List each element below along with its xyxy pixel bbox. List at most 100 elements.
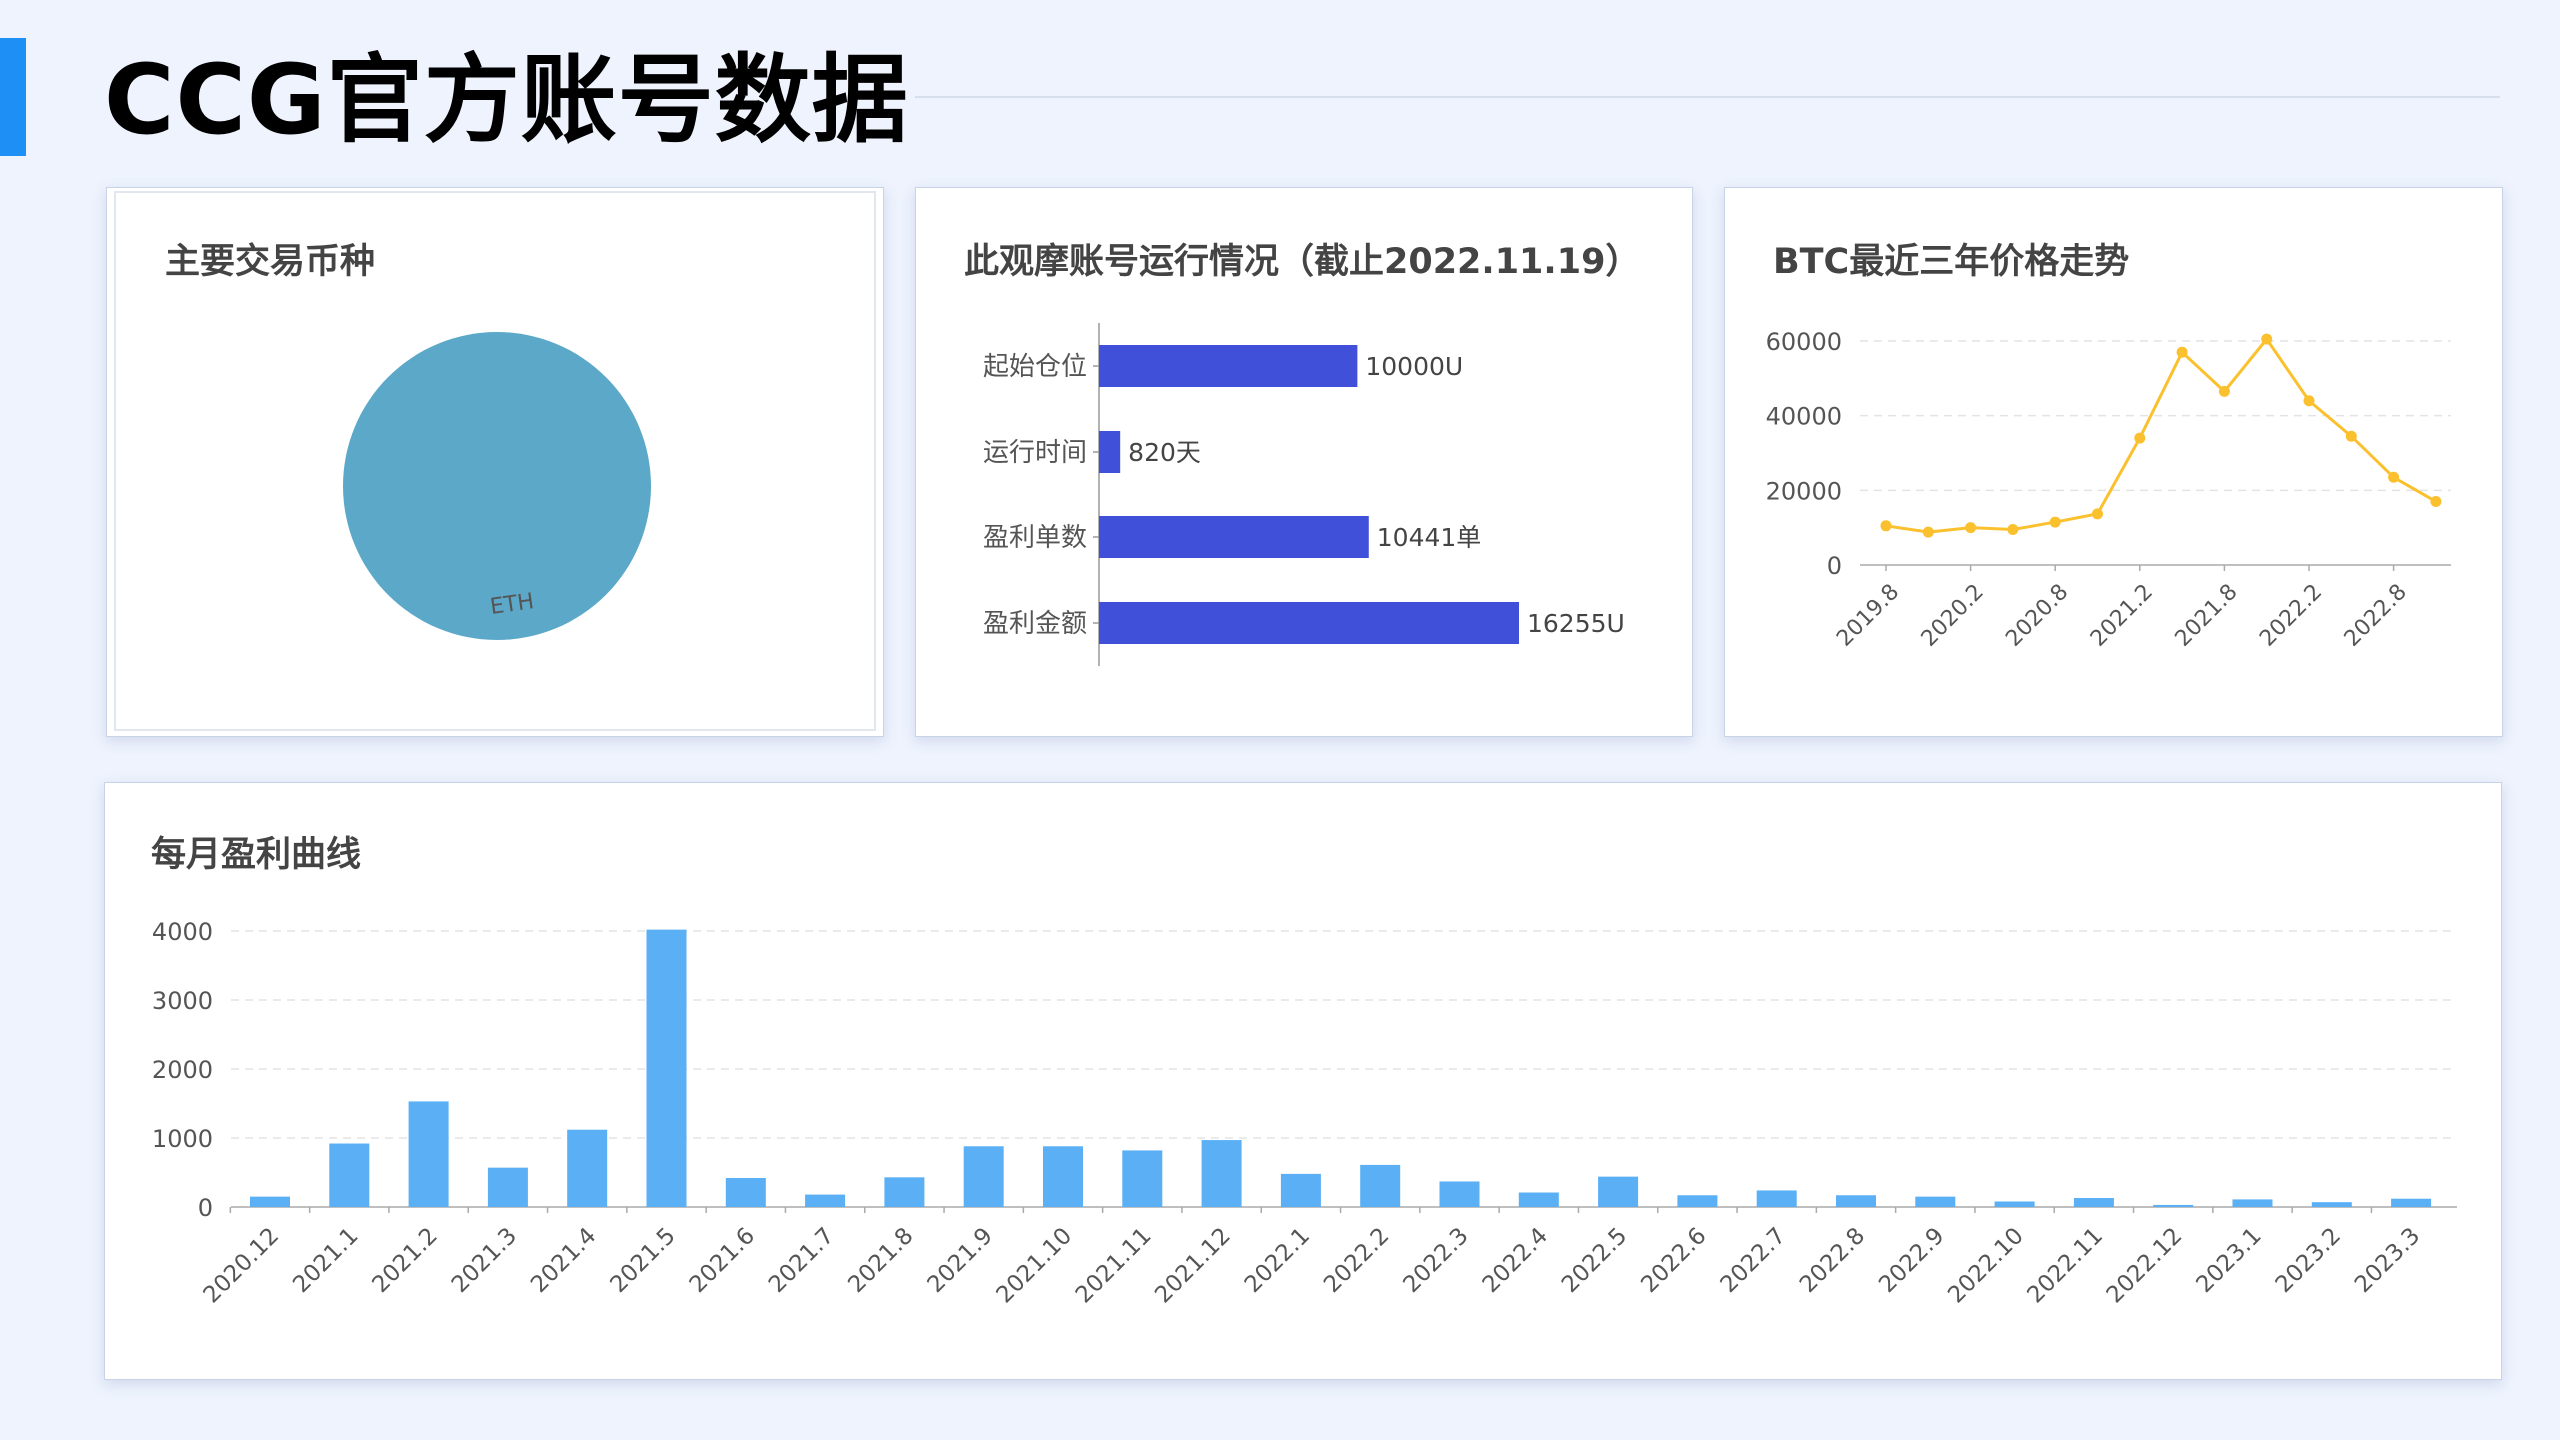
account-status-chart: 起始仓位 10000U 运行时间 820天盈利单数 10441单盈利金额 16255U: [983, 323, 1625, 666]
monthly-profit-bar: [1518, 1192, 1559, 1207]
mbar-y-tick-label: 0: [198, 1194, 213, 1222]
page-title: CCG官方账号数据: [104, 44, 909, 156]
monthly-profit-bar: [2311, 1202, 2352, 1207]
monthly-profit-bar: [1280, 1173, 1321, 1207]
btc-price-point: [1965, 522, 1977, 534]
monthly-profit-bar: [1994, 1201, 2035, 1207]
btc-price-point: [2092, 508, 2103, 520]
title-divider: [915, 96, 2500, 98]
mbar-x-tick-label: 2022.11: [2022, 1223, 2108, 1309]
monthly-profit-bar: [1122, 1150, 1163, 1207]
btc-price-point: [2388, 471, 2400, 483]
mbar-x-tick-label: 2022.2: [1319, 1223, 1394, 1298]
btc-price-point: [2049, 516, 2061, 528]
hbar-category-label: 盈利金额: [983, 609, 1087, 639]
mbar-x-tick-label: 2021.1: [288, 1223, 363, 1298]
monthly-profit-bar: [329, 1143, 370, 1207]
monthly-profit-bar: [1836, 1195, 1876, 1207]
monthly-profit-bar: [1439, 1181, 1480, 1207]
line-x-tick-label: 2021.8: [2171, 580, 2243, 652]
mbar-x-tick-label: 2021.6: [685, 1223, 760, 1298]
line-x-tick-label: 2020.8: [2001, 580, 2073, 652]
mbar-x-tick-label: 2022.6: [1636, 1223, 1711, 1298]
mbar-x-tick-label: 2022.8: [1795, 1223, 1870, 1298]
hbar-value-label: 820天: [1128, 438, 1201, 467]
hbar-category-label: 运行时间: [983, 438, 1087, 468]
monthly-profit-bar: [487, 1167, 528, 1207]
btc-price-point: [2176, 346, 2188, 358]
btc-price-point: [2430, 496, 2442, 508]
line-x-tick-label: 2020.2: [1917, 580, 1989, 652]
btc-price-point: [2261, 333, 2273, 345]
hbar-value-label: 16255U: [1527, 609, 1625, 638]
btc-price-point: [2303, 395, 2315, 407]
mbar-y-tick-label: 4000: [152, 918, 213, 946]
hbar-value-label: 10000U: [1365, 352, 1463, 381]
btc-price-point: [1880, 520, 1892, 532]
pie-chart: ETH: [114, 191, 876, 731]
hbar-category-label: 起始仓位: [983, 352, 1087, 382]
monthly-profit-bar: [1677, 1195, 1718, 1207]
btc-price-point: [2007, 524, 2019, 536]
monthly-profit-card: 每月盈利曲线 0 1000 2000 3000 4000 2020.12 2021.1 202…: [104, 782, 2502, 1380]
line-x-tick-label: 2022.2: [2255, 580, 2327, 652]
btc-price-chart: 0 20000 40000 60000 2019.8 2020.2 2020.8 2021.2…: [1766, 328, 2451, 652]
monthly-profit-bar: [1915, 1196, 1956, 1207]
monthly-profit-bar: [567, 1129, 608, 1207]
mbar-x-tick-label: 2023.1: [2191, 1223, 2266, 1298]
mbar-x-tick-label: 2021.9: [923, 1223, 998, 1298]
monthly-profit-bar: [2391, 1198, 2432, 1207]
monthly-profit-bar: [1360, 1164, 1401, 1207]
monthly-profit-bar: [646, 929, 687, 1207]
mbar-x-tick-label: 2021.12: [1150, 1223, 1236, 1309]
mbar-x-tick-label: 2022.7: [1716, 1223, 1791, 1298]
mbar-x-tick-label: 2021.2: [368, 1223, 443, 1298]
mbar-x-tick-label: 2022.4: [1478, 1223, 1553, 1298]
mbar-x-tick-label: 2022.3: [1398, 1223, 1473, 1298]
line-y-tick-label: 40000: [1766, 403, 1842, 431]
monthly-profit-chart: 0 1000 2000 3000 4000 2020.12 2021.1 2021.2 2021…: [152, 918, 2457, 1309]
monthly-profit-bar: [805, 1194, 846, 1207]
mbar-x-tick-label: 2022.5: [1557, 1223, 1632, 1298]
mbar-y-tick-label: 3000: [152, 987, 213, 1015]
pie-chart-card: 主要交易币种 ETH: [106, 187, 884, 737]
hbar-bar: [1099, 602, 1519, 644]
mbar-x-tick-label: 2022.1: [1240, 1223, 1315, 1298]
line-x-tick-label: 2019.8: [1832, 580, 1904, 652]
mbar-x-tick-label: 2021.11: [1071, 1223, 1157, 1309]
line-y-tick-label: 20000: [1766, 477, 1842, 505]
mbar-x-tick-label: 2020.12: [199, 1223, 285, 1309]
monthly-profit-bar: [1201, 1140, 1242, 1207]
mbar-x-tick-label: 2023.3: [2350, 1223, 2425, 1298]
mbar-x-tick-label: 2021.5: [605, 1223, 680, 1298]
mbar-y-tick-label: 1000: [152, 1125, 213, 1153]
hbar-value-label: 10441单: [1377, 523, 1482, 552]
mbar-x-tick-label: 2022.9: [1874, 1223, 1949, 1298]
title-accent-bar: [0, 38, 26, 156]
mbar-x-tick-label: 2021.8: [843, 1223, 918, 1298]
btc-price-point: [1922, 526, 1934, 538]
mbar-x-tick-label: 2021.7: [764, 1223, 839, 1298]
monthly-profit-bar: [408, 1101, 449, 1207]
monthly-profit-bar: [2153, 1204, 2194, 1207]
mbar-y-tick-label: 2000: [152, 1056, 213, 1084]
line-y-tick-label: 60000: [1766, 328, 1842, 356]
btc-price-card: BTC最近三年价格走势 0 20000 40000 60000 2019.8 2020.2…: [1724, 187, 2503, 737]
monthly-profit-bar: [1598, 1176, 1639, 1207]
hbar-bar: [1099, 431, 1121, 473]
monthly-profit-bar: [2073, 1198, 2114, 1207]
mbar-x-tick-label: 2021.10: [992, 1223, 1078, 1309]
btc-price-point: [2345, 430, 2357, 442]
mbar-x-tick-label: 2021.4: [526, 1223, 601, 1298]
monthly-profit-bar: [2232, 1199, 2273, 1207]
monthly-profit-bar: [725, 1178, 766, 1207]
monthly-profit-bar: [1043, 1146, 1083, 1207]
monthly-profit-bar: [884, 1177, 925, 1207]
btc-price-point: [2218, 385, 2230, 397]
monthly-profit-bar: [1756, 1190, 1797, 1207]
hbar-bar: [1099, 345, 1358, 387]
btc-price-point: [2134, 432, 2146, 444]
hbar-category-label: 盈利单数: [983, 523, 1087, 553]
line-x-tick-label: 2022.8: [2340, 580, 2412, 652]
mbar-x-tick-label: 2023.2: [2271, 1223, 2346, 1298]
